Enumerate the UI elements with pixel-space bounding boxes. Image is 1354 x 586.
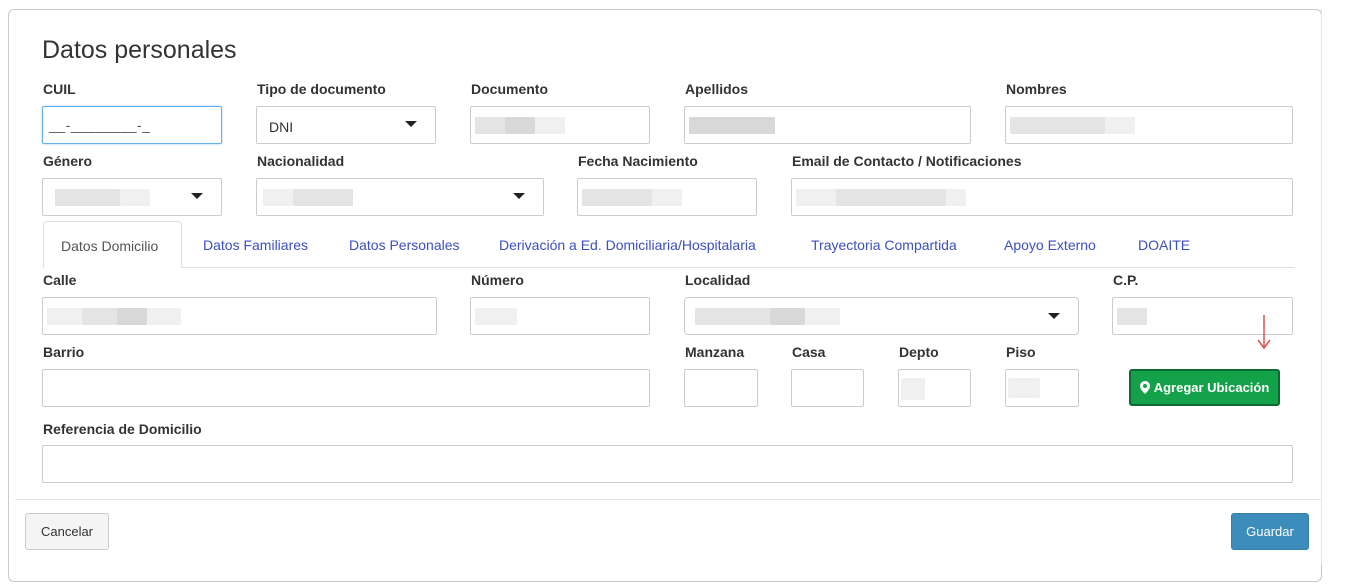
barrio-label: Barrio [43, 344, 85, 360]
caret-down-icon [1048, 313, 1060, 319]
cancel-button[interactable]: Cancelar [25, 513, 109, 550]
tab-trayectoria-compartida[interactable]: Trayectoria Compartida [811, 237, 957, 253]
numero-label: Número [471, 272, 524, 288]
cuil-label: CUIL [43, 81, 76, 97]
scroll-track [1321, 9, 1322, 564]
tab-label: Datos Domicilio [61, 238, 159, 254]
apellidos-input[interactable] [684, 106, 971, 144]
manzana-input[interactable] [684, 369, 758, 407]
nombres-label: Nombres [1006, 81, 1067, 97]
tab-datos-familiares[interactable]: Datos Familiares [203, 237, 308, 253]
map-marker-icon [1139, 381, 1150, 394]
annotation-arrow-icon [1257, 315, 1271, 350]
caret-down-icon [405, 121, 417, 127]
tab-datos-personales[interactable]: Datos Personales [349, 237, 460, 253]
localidad-select[interactable] [684, 297, 1079, 335]
tab-datos-domicilio[interactable]: Datos Domicilio [43, 221, 182, 268]
tabs-divider [42, 267, 1294, 268]
piso-label: Piso [1006, 344, 1036, 360]
casa-label: Casa [792, 344, 826, 360]
documento-label: Documento [471, 81, 548, 97]
caret-down-icon [191, 193, 203, 199]
depto-input[interactable] [898, 369, 971, 407]
referencia-label: Referencia de Domicilio [43, 421, 202, 437]
tipo-documento-select[interactable]: DNI [256, 106, 436, 144]
save-button[interactable]: Guardar [1231, 513, 1309, 550]
nacionalidad-select[interactable] [256, 178, 544, 216]
casa-input[interactable] [791, 369, 864, 407]
manzana-label: Manzana [685, 344, 745, 360]
depto-label: Depto [899, 344, 939, 360]
cuil-mask: __-________-_ [49, 117, 151, 133]
agregar-ubicacion-button[interactable]: Agregar Ubicación [1129, 369, 1280, 406]
tipo-documento-label: Tipo de documento [257, 81, 386, 97]
documento-input[interactable] [470, 106, 650, 144]
localidad-label: Localidad [685, 272, 751, 288]
modal-dialog [8, 9, 1322, 582]
piso-input[interactable] [1005, 369, 1079, 407]
genero-label: Género [43, 153, 93, 169]
footer-divider [15, 499, 1321, 500]
cuil-input[interactable]: __-________-_ [42, 106, 222, 144]
caret-down-icon [513, 193, 525, 199]
cp-label: C.P. [1113, 272, 1139, 288]
nombres-input[interactable] [1005, 106, 1293, 144]
referencia-input[interactable] [42, 445, 1293, 483]
genero-select[interactable] [42, 178, 222, 216]
email-input[interactable] [791, 178, 1293, 216]
apellidos-label: Apellidos [685, 81, 749, 97]
email-label: Email de Contacto / Notificaciones [792, 153, 1022, 169]
calle-input[interactable] [42, 297, 437, 335]
tipo-documento-value: DNI [269, 119, 294, 135]
barrio-input[interactable] [42, 369, 650, 407]
section-title: Datos personales [42, 36, 237, 64]
fecha-nacimiento-label: Fecha Nacimiento [578, 153, 698, 169]
tab-apoyo-externo[interactable]: Apoyo Externo [1004, 237, 1096, 253]
agregar-ubicacion-label: Agregar Ubicación [1153, 380, 1270, 395]
tab-derivacion[interactable]: Derivación a Ed. Domiciliaria/Hospitalar… [499, 237, 756, 253]
tab-doaite[interactable]: DOAITE [1138, 237, 1190, 253]
numero-input[interactable] [470, 297, 650, 335]
nacionalidad-label: Nacionalidad [257, 153, 345, 169]
calle-label: Calle [43, 272, 77, 288]
fecha-nacimiento-input[interactable] [577, 178, 757, 216]
